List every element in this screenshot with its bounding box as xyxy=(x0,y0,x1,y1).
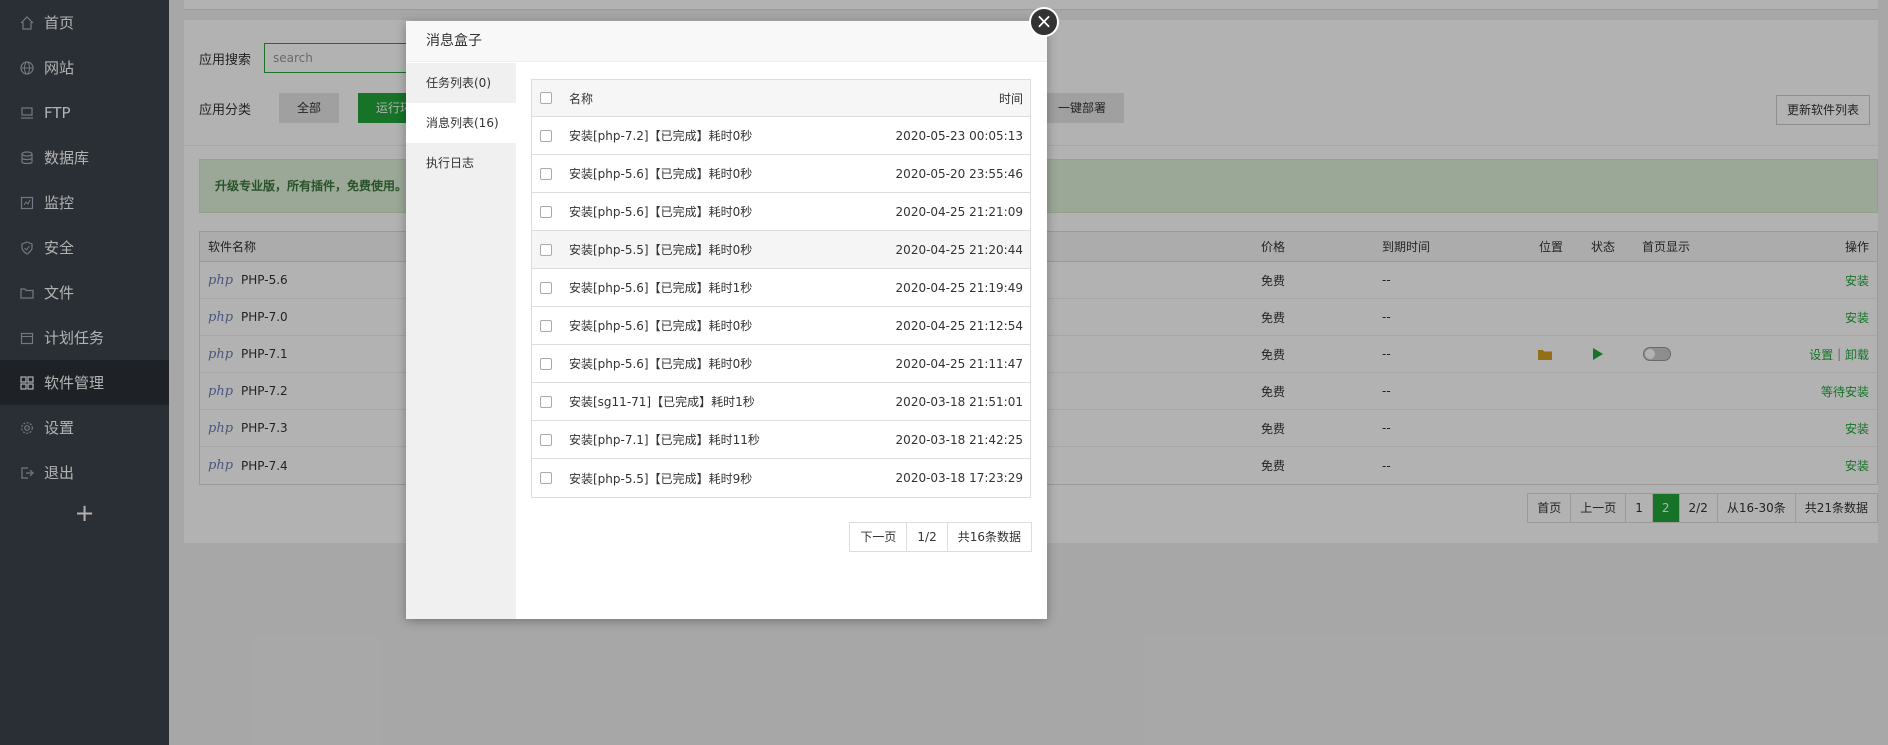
row-checkbox[interactable] xyxy=(540,205,552,218)
message-row: 安装[php-5.6]【已完成】耗时0秒 2020-04-25 21:11:47 xyxy=(532,345,1030,383)
row-checkbox[interactable] xyxy=(540,395,552,408)
col-time-header: 时间 xyxy=(998,91,1023,106)
message-table-header: 名称 时间 xyxy=(532,80,1030,117)
message-time: 2020-05-23 00:05:13 xyxy=(895,128,1023,143)
message-name: 安装[php-5.5]【已完成】耗时0秒 xyxy=(569,243,753,257)
row-checkbox[interactable] xyxy=(540,357,552,370)
message-row: 安装[php-5.6]【已完成】耗时1秒 2020-04-25 21:19:49 xyxy=(532,269,1030,307)
message-row: 安装[php-5.6]【已完成】耗时0秒 2020-04-25 21:21:09 xyxy=(532,193,1030,231)
message-time: 2020-05-20 23:55:46 xyxy=(895,166,1023,181)
message-name: 安装[php-7.1]【已完成】耗时11秒 xyxy=(569,433,760,447)
tab-message-list[interactable]: 消息列表(16) xyxy=(406,103,516,143)
row-checkbox[interactable] xyxy=(540,433,552,446)
tab-exec-log[interactable]: 执行日志 xyxy=(406,143,516,183)
message-name: 安装[php-5.6]【已完成】耗时0秒 xyxy=(569,319,753,333)
message-time: 2020-04-25 21:11:47 xyxy=(895,356,1023,371)
message-name: 安装[php-7.2]【已完成】耗时0秒 xyxy=(569,129,753,143)
row-checkbox[interactable] xyxy=(540,243,552,256)
message-name: 安装[sg11-71]【已完成】耗时1秒 xyxy=(569,395,755,409)
row-checkbox[interactable] xyxy=(540,319,552,332)
modal-title: 消息盒子 xyxy=(406,21,1047,62)
message-name: 安装[php-5.6]【已完成】耗时1秒 xyxy=(569,281,753,295)
message-row: 安装[sg11-71]【已完成】耗时1秒 2020-03-18 21:51:01 xyxy=(532,383,1030,421)
message-name: 安装[php-5.6]【已完成】耗时0秒 xyxy=(569,205,753,219)
modal-pager-next[interactable]: 下一页 xyxy=(850,523,906,551)
select-all-checkbox[interactable] xyxy=(540,92,552,104)
message-row: 安装[php-5.6]【已完成】耗时0秒 2020-05-20 23:55:46 xyxy=(532,155,1030,193)
message-time: 2020-03-18 17:23:29 xyxy=(895,471,1023,485)
message-row: 安装[php-5.5]【已完成】耗时9秒 2020-03-18 17:23:29 xyxy=(532,459,1030,497)
message-row: 安装[php-7.1]【已完成】耗时11秒 2020-03-18 21:42:25 xyxy=(532,421,1030,459)
message-time: 2020-04-25 21:21:09 xyxy=(895,204,1023,219)
row-checkbox[interactable] xyxy=(540,129,552,142)
message-time: 2020-04-25 21:20:44 xyxy=(895,242,1023,257)
message-row: 安装[php-7.2]【已完成】耗时0秒 2020-05-23 00:05:13 xyxy=(532,117,1030,155)
message-name: 安装[php-5.6]【已完成】耗时0秒 xyxy=(569,357,753,371)
row-checkbox[interactable] xyxy=(540,281,552,294)
message-row: 安装[php-5.5]【已完成】耗时0秒 2020-04-25 21:20:44 xyxy=(532,231,1030,269)
modal-pager-total: 共16条数据 xyxy=(946,523,1031,551)
message-name: 安装[php-5.6]【已完成】耗时0秒 xyxy=(569,167,753,181)
message-name: 安装[php-5.5]【已完成】耗时9秒 xyxy=(569,471,753,486)
message-time: 2020-03-18 21:42:25 xyxy=(895,432,1023,447)
message-row: 安装[php-5.6]【已完成】耗时0秒 2020-04-25 21:12:54 xyxy=(532,307,1030,345)
col-name-header: 名称 xyxy=(569,91,594,106)
close-modal-button[interactable]: × xyxy=(1029,7,1059,37)
message-time: 2020-03-18 21:51:01 xyxy=(895,394,1023,409)
message-time: 2020-04-25 21:19:49 xyxy=(895,280,1023,295)
tab-task-list[interactable]: 任务列表(0) xyxy=(406,63,516,103)
message-time: 2020-04-25 21:12:54 xyxy=(895,318,1023,333)
message-box-modal: 消息盒子 任务列表(0) 消息列表(16) 执行日志 名称 时间 安装[php-… xyxy=(406,21,1047,619)
row-checkbox[interactable] xyxy=(540,167,552,180)
row-checkbox[interactable] xyxy=(540,472,552,484)
modal-tabs: 任务列表(0) 消息列表(16) 执行日志 xyxy=(406,63,516,619)
modal-pager-pages: 1/2 xyxy=(906,523,946,551)
message-table: 名称 时间 安装[php-7.2]【已完成】耗时0秒 2020-05-23 00:… xyxy=(531,79,1031,498)
modal-pagination: 下一页 1/2 共16条数据 xyxy=(849,522,1032,552)
